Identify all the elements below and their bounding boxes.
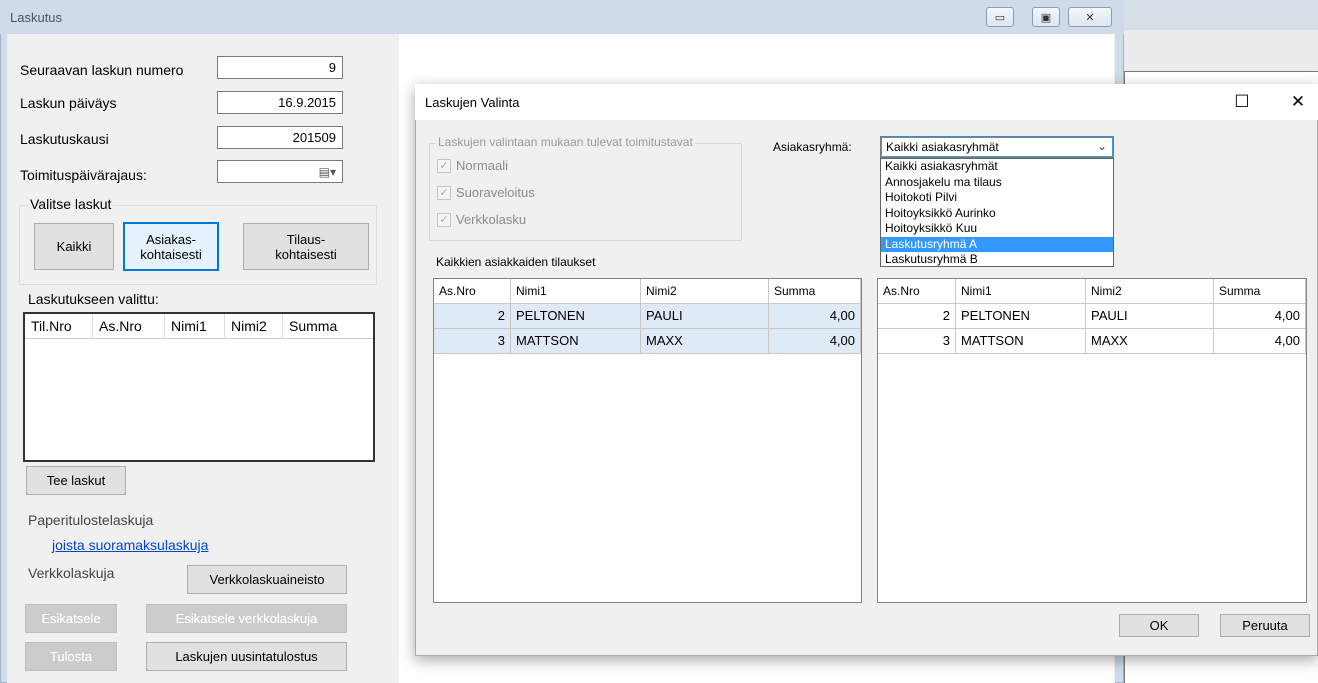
per-order-button[interactable]: Tilaus- kohtaisesti [243, 223, 369, 270]
reprint-button[interactable]: Laskujen uusintatulostus [146, 642, 347, 671]
chevron-down-icon: ⌄ [1096, 139, 1107, 153]
dialog-titlebar [415, 84, 1318, 120]
main-titlebar [0, 0, 1124, 34]
selected-label: Laskutukseen valittu: [28, 291, 159, 307]
col-til-nro[interactable]: Til.Nro [25, 314, 93, 338]
delivery-methods-title: Laskujen valintaan mukaan tulevat toimit… [436, 135, 695, 149]
col-as-nro[interactable]: As.Nro [878, 279, 956, 304]
dropdown-option[interactable]: Annosjakelu ma tilaus [881, 175, 1113, 191]
billing-period-field[interactable]: 201509 [217, 126, 343, 149]
col-nimi2[interactable]: Nimi2 [641, 279, 769, 304]
dropdown-option-selected[interactable]: Laskutusryhmä A [881, 236, 1113, 252]
option-e-invoice[interactable]: ✓ Verkkolasku [437, 212, 526, 227]
dropdown-option[interactable]: Hoitoyksikkö Kuu [881, 221, 1113, 237]
delivery-date-limit-label: Toimituspäivärajaus: [20, 167, 147, 183]
customer-group-combo[interactable]: Kaikki asiakasryhmät ⌄ [880, 136, 1114, 158]
option-normal[interactable]: ✓ Normaali [437, 158, 508, 173]
e-invoice-material-button[interactable]: Verkkolaskuaineisto [187, 565, 347, 594]
col-nimi1[interactable]: Nimi1 [511, 279, 641, 304]
close-button[interactable]: ✕ [1068, 7, 1112, 27]
per-customer-line2: kohtaisesti [140, 246, 202, 262]
print-button[interactable]: Tulosta [25, 642, 117, 671]
col-summa[interactable]: Summa [1214, 279, 1306, 304]
delivery-date-picker[interactable]: ▤▾ [217, 160, 343, 183]
next-invoice-number-field[interactable]: 9 [217, 56, 343, 79]
dropdown-option[interactable]: Hoitoyksikkö Aurinko [881, 206, 1113, 222]
table-row[interactable]: 3 MATTSON MAXX 4,00 [878, 329, 1306, 354]
selected-invoices-list[interactable]: Til.Nro As.Nro Nimi1 Nimi2 Summa [23, 312, 375, 462]
preview-button[interactable]: Esikatsele [25, 604, 117, 633]
restore-button[interactable]: ▣ [1032, 7, 1060, 27]
billing-period-label: Laskutuskausi [20, 131, 109, 147]
make-invoices-button[interactable]: Tee laskut [26, 466, 126, 495]
customer-group-label: Asiakasryhmä: [773, 140, 852, 154]
dialog-title: Laskujen Valinta [425, 95, 520, 110]
selected-orders-table[interactable]: As.Nro Nimi1 Nimi2 Summa 2 PELTONEN PAUL… [877, 278, 1307, 603]
minimize-button[interactable]: ▭ [986, 7, 1014, 27]
invoice-date-field[interactable]: 16.9.2015 [217, 91, 343, 114]
select-invoices-title: Valitse laskut [28, 196, 114, 212]
col-summa[interactable]: Summa [769, 279, 861, 304]
close-icon: ✕ [1085, 11, 1095, 24]
dropdown-option[interactable]: Kaikki asiakasryhmät [881, 159, 1113, 175]
cancel-button[interactable]: Peruuta [1220, 614, 1310, 637]
table-header: As.Nro Nimi1 Nimi2 Summa [878, 279, 1306, 304]
col-summa[interactable]: Summa [283, 314, 353, 338]
dropdown-option[interactable]: Hoitokoti Pilvi [881, 190, 1113, 206]
per-order-line1: Tilaus- [286, 231, 326, 247]
per-customer-button[interactable]: Asiakas- kohtaisesti [123, 222, 219, 271]
check-icon: ✓ [437, 185, 451, 200]
col-nimi2[interactable]: Nimi2 [1086, 279, 1214, 304]
per-order-line2: kohtaisesti [275, 246, 337, 262]
table-row[interactable]: 2 PELTONEN PAULI 4,00 [878, 304, 1306, 329]
col-nimi1[interactable]: Nimi1 [956, 279, 1086, 304]
all-button[interactable]: Kaikki [34, 223, 114, 270]
all-orders-table[interactable]: As.Nro Nimi1 Nimi2 Summa 2 PELTONEN PAUL… [433, 278, 862, 603]
col-nimi2[interactable]: Nimi2 [225, 314, 283, 338]
main-window-title: Laskutus [10, 10, 63, 25]
table-header: As.Nro Nimi1 Nimi2 Summa [434, 279, 861, 304]
col-as-nro[interactable]: As.Nro [434, 279, 511, 304]
ok-button[interactable]: OK [1119, 614, 1199, 637]
per-customer-line1: Asiakas- [146, 231, 196, 247]
preview-e-invoices-button[interactable]: Esikatsele verkkolaskuja [146, 604, 347, 633]
paper-invoices-label: Paperitulostelaskuja [28, 512, 154, 528]
calendar-icon[interactable]: ▤▾ [319, 165, 336, 179]
restore-icon: ▣ [1040, 11, 1052, 24]
selected-list-header: Til.Nro As.Nro Nimi1 Nimi2 Summa [25, 314, 373, 339]
minimize-icon: ▭ [994, 11, 1006, 24]
table-row[interactable]: 2 PELTONEN PAULI 4,00 [434, 304, 861, 329]
dialog-close-icon[interactable]: ✕ [1288, 92, 1308, 112]
background-window-titlebar [1124, 0, 1318, 30]
all-orders-label: Kaikkien asiakkaiden tilaukset [436, 255, 596, 269]
dialog-maximize-icon[interactable]: ☐ [1232, 92, 1252, 112]
check-icon: ✓ [437, 212, 451, 227]
next-invoice-number-label: Seuraavan laskun numero [20, 62, 184, 78]
customer-group-dropdown[interactable]: Kaikki asiakasryhmät Annosjakelu ma tila… [880, 158, 1114, 267]
e-invoices-label: Verkkolaskuja [28, 565, 115, 581]
dropdown-option[interactable]: Laskutusryhmä B [881, 252, 1113, 268]
col-nimi1[interactable]: Nimi1 [165, 314, 225, 338]
invoice-date-label: Laskun päiväys [20, 95, 117, 111]
customer-group-value: Kaikki asiakasryhmät [886, 140, 999, 154]
check-icon: ✓ [437, 158, 451, 173]
direct-payment-link[interactable]: joista suoramaksulaskuja [52, 537, 208, 553]
option-direct-debit[interactable]: ✓ Suoraveloitus [437, 185, 535, 200]
table-row[interactable]: 3 MATTSON MAXX 4,00 [434, 329, 861, 354]
col-as-nro[interactable]: As.Nro [93, 314, 165, 338]
